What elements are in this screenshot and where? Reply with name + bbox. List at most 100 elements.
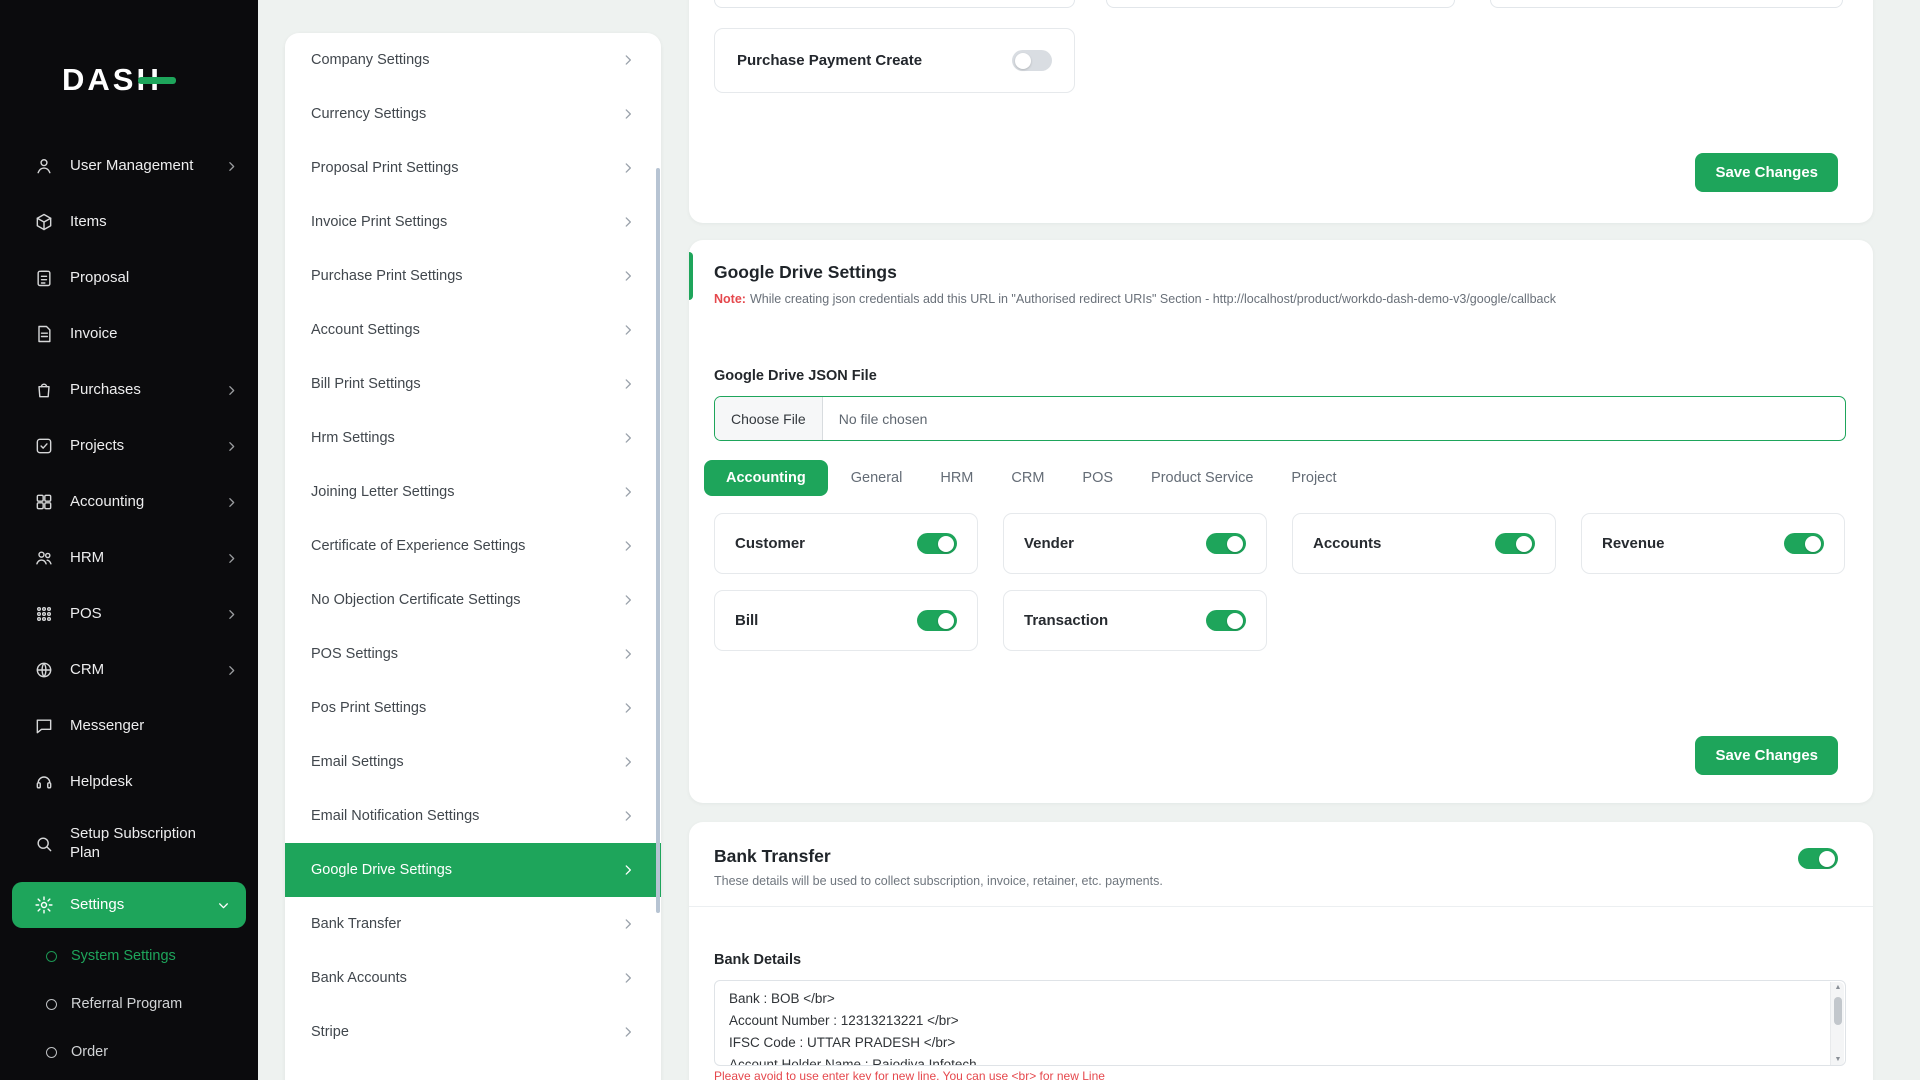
bank-transfer-toggle[interactable] xyxy=(1798,848,1838,869)
chat-icon xyxy=(34,716,54,736)
bank-details-line: Bank : BOB </br> xyxy=(729,991,835,1006)
accounts-toggle[interactable] xyxy=(1495,533,1535,554)
toggle-card-transaction: Transaction xyxy=(1003,590,1267,651)
transaction-toggle[interactable] xyxy=(1206,610,1246,631)
menu-item-stripe[interactable]: Stripe xyxy=(285,1005,661,1059)
toggle-knob xyxy=(1227,535,1243,552)
sidebar-item-user-management[interactable]: User Management xyxy=(0,138,258,194)
save-changes-button-google-drive[interactable]: Save Changes xyxy=(1695,736,1838,775)
menu-item-bank-transfer[interactable]: Bank Transfer xyxy=(285,897,661,951)
chevron-right-icon xyxy=(621,539,635,553)
tab-general[interactable]: General xyxy=(836,460,918,496)
chevron-right-icon xyxy=(621,323,635,337)
menu-item-joining-letter-settings[interactable]: Joining Letter Settings xyxy=(285,465,661,519)
menu-item-pos-print-settings[interactable]: Pos Print Settings xyxy=(285,681,661,735)
menu-item-bill-print-settings[interactable]: Bill Print Settings xyxy=(285,357,661,411)
chevron-right-icon xyxy=(621,107,635,121)
chevron-right-icon xyxy=(225,552,238,565)
divider xyxy=(689,906,1873,907)
save-changes-button-top[interactable]: Save Changes xyxy=(1695,153,1838,192)
sidebar-item-setup-subscription-plan[interactable]: Setup Subscription Plan xyxy=(0,810,258,878)
sidebar-item-messenger[interactable]: Messenger xyxy=(0,698,258,754)
chevron-right-icon xyxy=(621,809,635,823)
toggle-knob xyxy=(938,612,954,629)
tab-product-service[interactable]: Product Service xyxy=(1136,460,1268,496)
toggle-knob xyxy=(1227,612,1243,629)
menu-item-account-settings[interactable]: Account Settings xyxy=(285,303,661,357)
menu-item-pos-settings[interactable]: POS Settings xyxy=(285,627,661,681)
app-root: DASH User Management Items Proposal Invo… xyxy=(0,0,1920,1080)
bill-toggle[interactable] xyxy=(917,610,957,631)
menu-item-currency-settings[interactable]: Currency Settings xyxy=(285,87,661,141)
bank-details-line: IFSC Code : UTTAR PRADESH </br> xyxy=(729,1035,956,1050)
revenue-toggle[interactable] xyxy=(1784,533,1824,554)
sidebar: DASH User Management Items Proposal Invo… xyxy=(0,0,258,1080)
textarea-scrollbar[interactable]: ▲ ▼ xyxy=(1830,982,1845,1065)
menu-item-email-notification-settings[interactable]: Email Notification Settings xyxy=(285,789,661,843)
menu-item-invoice-print-settings[interactable]: Invoice Print Settings xyxy=(285,195,661,249)
sidebar-item-settings[interactable]: Settings xyxy=(12,882,246,928)
menu-item-no-objection-certificate-settings[interactable]: No Objection Certificate Settings xyxy=(285,573,661,627)
sidebar-item-proposal[interactable]: Proposal xyxy=(0,250,258,306)
app-logo[interactable]: DASH xyxy=(62,62,176,98)
toggle-card-revenue: Revenue xyxy=(1581,513,1845,574)
tab-pos[interactable]: POS xyxy=(1067,460,1128,496)
google-drive-json-file-input[interactable]: Choose File No file chosen xyxy=(714,396,1846,441)
scroll-down-arrow-icon[interactable]: ▼ xyxy=(1831,1055,1845,1065)
sidebar-item-invoice[interactable]: Invoice xyxy=(0,306,258,362)
sidebar-item-accounting[interactable]: Accounting xyxy=(0,474,258,530)
menu-item-purchase-print-settings[interactable]: Purchase Print Settings xyxy=(285,249,661,303)
scroll-up-arrow-icon[interactable]: ▲ xyxy=(1831,983,1845,993)
menu-item-hrm-settings[interactable]: Hrm Settings xyxy=(285,411,661,465)
purchase-settings-card: Purchase Payment Create Save Changes xyxy=(689,0,1873,223)
grid-icon xyxy=(34,492,54,512)
sidebar-subitem-system-settings[interactable]: System Settings xyxy=(0,932,258,980)
no-file-chosen-text: No file chosen xyxy=(838,410,928,427)
choose-file-button[interactable]: Choose File xyxy=(715,397,823,440)
customer-toggle[interactable] xyxy=(917,533,957,554)
sidebar-item-pos[interactable]: POS xyxy=(0,586,258,642)
tab-crm[interactable]: CRM xyxy=(996,460,1059,496)
scrollbar-thumb[interactable] xyxy=(1834,997,1842,1025)
bank-details-helper-text: Pleave avoid to use enter key for new li… xyxy=(714,1069,1105,1080)
sidebar-item-hrm[interactable]: HRM xyxy=(0,530,258,586)
toggle-knob xyxy=(1015,52,1031,69)
chevron-right-icon xyxy=(621,161,635,175)
circle-icon xyxy=(46,1046,57,1058)
settings-menu-scrollbar[interactable] xyxy=(656,168,660,913)
purchase-payment-create-toggle[interactable] xyxy=(1012,50,1052,71)
tab-project[interactable]: Project xyxy=(1276,460,1351,496)
sidebar-item-projects[interactable]: Projects xyxy=(0,418,258,474)
bank-details-line: Account Number : 12313213221 </br> xyxy=(729,1013,959,1028)
dots-grid-icon xyxy=(34,604,54,624)
subitem-label: Order xyxy=(71,1044,109,1060)
vender-toggle[interactable] xyxy=(1206,533,1246,554)
menu-item-bank-accounts[interactable]: Bank Accounts xyxy=(285,951,661,1005)
document-icon xyxy=(34,324,54,344)
tab-accounting[interactable]: Accounting xyxy=(704,460,828,496)
sidebar-item-crm[interactable]: CRM xyxy=(0,642,258,698)
tab-hrm[interactable]: HRM xyxy=(925,460,988,496)
menu-item-google-drive-settings[interactable]: Google Drive Settings xyxy=(285,843,661,897)
toggle-knob xyxy=(1516,535,1532,552)
menu-item-email-settings[interactable]: Email Settings xyxy=(285,735,661,789)
sidebar-subitem-referral-program[interactable]: Referral Program xyxy=(0,980,258,1028)
menu-item-proposal-print-settings[interactable]: Proposal Print Settings xyxy=(285,141,661,195)
sidebar-item-items[interactable]: Items xyxy=(0,194,258,250)
chevron-right-icon xyxy=(621,377,635,391)
cut-off-field-1[interactable] xyxy=(714,0,1075,8)
menu-item-certificate-of-experience-settings[interactable]: Certificate of Experience Settings xyxy=(285,519,661,573)
chevron-right-icon xyxy=(621,593,635,607)
sidebar-item-helpdesk[interactable]: Helpdesk xyxy=(0,754,258,810)
toggle-knob xyxy=(1805,535,1821,552)
sidebar-subitem-order[interactable]: Order xyxy=(0,1028,258,1076)
cut-off-field-3[interactable] xyxy=(1490,0,1843,8)
toggle-knob xyxy=(1819,850,1835,867)
menu-item-company-settings[interactable]: Company Settings xyxy=(285,33,661,87)
sidebar-item-purchases[interactable]: Purchases xyxy=(0,362,258,418)
cut-off-field-2[interactable] xyxy=(1106,0,1455,8)
bank-details-textarea[interactable]: Bank : BOB </br> Account Number : 123132… xyxy=(714,980,1846,1066)
bank-transfer-subtitle: These details will be used to collect su… xyxy=(714,874,1163,888)
chevron-down-icon xyxy=(217,899,230,912)
note-text: While creating json credentials add this… xyxy=(749,292,1556,306)
